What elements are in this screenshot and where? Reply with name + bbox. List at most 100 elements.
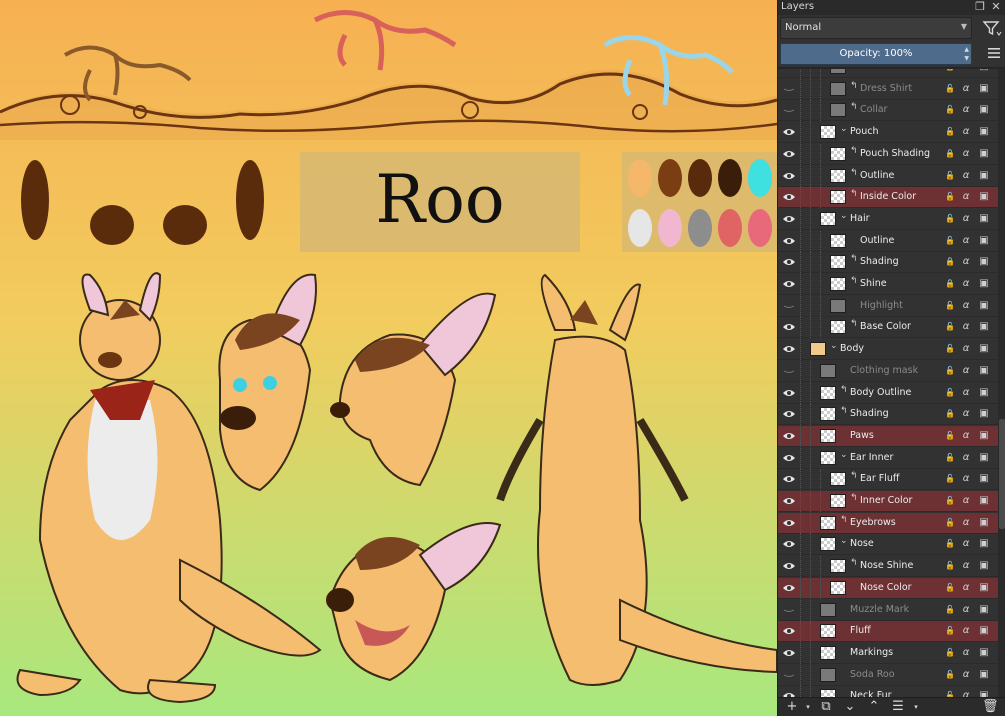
lock-icon[interactable]: 🔒 [944, 256, 956, 268]
unlock-icon[interactable]: 🔓 [944, 473, 956, 485]
lock-icon[interactable]: 🔒 [944, 148, 956, 160]
layer-name[interactable]: Muzzle Mark [850, 604, 909, 615]
layer-row[interactable]: ↰ Ear Fluff 🔓 α ▣ [778, 469, 998, 491]
filter-icon[interactable] [980, 17, 1002, 39]
alpha-lock-icon[interactable]: α [960, 647, 972, 659]
alpha-lock-icon[interactable]: α [960, 430, 972, 442]
unlock-icon[interactable]: 🔓 [944, 604, 956, 616]
eye-hidden-icon[interactable] [782, 104, 796, 116]
eye-icon[interactable] [782, 343, 796, 355]
layer-name[interactable]: Inner Color [860, 495, 912, 506]
unlock-icon[interactable]: 🔓 [944, 647, 956, 659]
inherit-alpha-icon[interactable]: ▣ [978, 495, 990, 507]
alpha-lock-icon[interactable]: α [960, 625, 972, 637]
float-docker-icon[interactable]: ❐ [974, 1, 986, 13]
inherit-alpha-icon[interactable]: ▣ [978, 83, 990, 95]
group-expand-icon[interactable]: ⌄ [840, 450, 848, 460]
inherit-alpha-icon[interactable]: ▣ [978, 517, 990, 529]
layer-name[interactable]: Hair [850, 213, 870, 224]
unlock-icon[interactable]: 🔓 [944, 191, 956, 203]
alpha-lock-icon[interactable]: α [960, 538, 972, 550]
eye-hidden-icon[interactable] [782, 604, 796, 616]
eye-icon[interactable] [782, 473, 796, 485]
layer-row[interactable]: ↰ Nose Shine 🔓 α ▣ [778, 556, 998, 578]
alpha-lock-icon[interactable]: α [960, 408, 972, 420]
layer-name[interactable]: Shading [860, 256, 899, 267]
layer-name[interactable]: Outline [860, 235, 894, 246]
opacity-slider[interactable]: Opacity: 100% ▲ ▼ [780, 43, 972, 65]
layer-name[interactable]: Inside Color [860, 191, 916, 202]
alpha-lock-icon[interactable]: α [960, 321, 972, 333]
inherit-alpha-icon[interactable]: ▣ [978, 669, 990, 681]
layer-row[interactable]: ⌄ Pouch 🔓 α ▣ [778, 122, 998, 144]
layer-row[interactable]: ⌄ Nose 🔓 α ▣ [778, 534, 998, 556]
layer-name[interactable]: Collar [860, 104, 887, 115]
eye-icon[interactable] [782, 170, 796, 182]
eye-icon[interactable] [782, 148, 796, 160]
alpha-lock-icon[interactable]: α [960, 126, 972, 138]
layer-name[interactable]: Clothing mask [850, 365, 918, 376]
duplicate-layer-icon[interactable]: ⧉ [818, 700, 834, 714]
alpha-lock-icon[interactable]: α [960, 83, 972, 95]
unlock-icon[interactable]: 🔓 [944, 213, 956, 225]
alpha-lock-icon[interactable]: α [960, 365, 972, 377]
drawing-canvas[interactable]: Roo [0, 0, 777, 716]
alpha-lock-icon[interactable]: α [960, 452, 972, 464]
layer-row[interactable]: Muzzle Mark 🔓 α ▣ [778, 599, 998, 621]
inherit-alpha-icon[interactable]: ▣ [978, 690, 990, 697]
unlock-icon[interactable]: 🔓 [944, 126, 956, 138]
inherit-alpha-icon[interactable]: ▣ [978, 408, 990, 420]
eye-icon[interactable] [782, 321, 796, 333]
alpha-lock-icon[interactable]: α [960, 387, 972, 399]
layer-row[interactable]: Neck Fur 🔓 α ▣ [778, 686, 998, 697]
inherit-alpha-icon[interactable]: ▣ [978, 604, 990, 616]
eye-icon[interactable] [782, 452, 796, 464]
unlock-icon[interactable]: 🔓 [944, 387, 956, 399]
add-layer-menu-icon[interactable]: ▾ [800, 700, 816, 714]
inherit-alpha-icon[interactable]: ▣ [978, 126, 990, 138]
layers-list[interactable]: ↰Neck Tie🔓α▣↰Dress Shirt🔓α▣↰Collar🔓α▣⌄Po… [778, 69, 1005, 697]
hamburger-menu-icon[interactable] [986, 45, 1002, 61]
layer-row[interactable]: ↰ Collar 🔓 α ▣ [778, 100, 998, 122]
inherit-alpha-icon[interactable]: ▣ [978, 235, 990, 247]
layer-row[interactable]: ⌄ Hair 🔓 α ▣ [778, 208, 998, 230]
group-expand-icon[interactable]: ⌄ [840, 536, 848, 546]
inherit-alpha-icon[interactable]: ▣ [978, 278, 990, 290]
unlock-icon[interactable]: 🔓 [944, 430, 956, 442]
layer-row[interactable]: ↰ Shine 🔒 α ▣ [778, 274, 998, 295]
eye-icon[interactable] [782, 408, 796, 420]
inherit-alpha-icon[interactable]: ▣ [978, 69, 990, 73]
layer-name[interactable]: Ear Inner [850, 452, 893, 463]
layer-row[interactable]: Clothing mask 🔓 α ▣ [778, 360, 998, 382]
inherit-alpha-icon[interactable]: ▣ [978, 560, 990, 572]
opacity-spin-icon[interactable]: ▲ ▼ [964, 45, 969, 63]
layer-row[interactable]: ↰ Inner Color 🔓 α ▣ [778, 491, 998, 512]
eye-icon[interactable] [782, 582, 796, 594]
move-down-icon[interactable]: ⌄ [842, 700, 858, 714]
unlock-icon[interactable]: 🔓 [944, 582, 956, 594]
layer-row[interactable]: ↰ Shading 🔒 α ▣ [778, 252, 998, 274]
eye-icon[interactable] [782, 213, 796, 225]
eye-icon[interactable] [782, 278, 796, 290]
eye-hidden-icon[interactable] [782, 69, 796, 73]
scrollbar-thumb[interactable] [999, 419, 1005, 529]
group-expand-icon[interactable]: ⌄ [840, 124, 848, 134]
layer-name[interactable]: Nose Shine [860, 560, 913, 571]
inherit-alpha-icon[interactable]: ▣ [978, 538, 990, 550]
add-layer-icon[interactable]: + [784, 700, 800, 714]
alpha-lock-icon[interactable]: α [960, 104, 972, 116]
layer-row[interactable]: ↰ Body Outline 🔓 α ▣ [778, 382, 998, 404]
layer-row[interactable]: Soda Roo 🔓 α ▣ [778, 664, 998, 686]
unlock-icon[interactable]: 🔓 [944, 495, 956, 507]
layer-name[interactable]: Body [840, 343, 864, 354]
eye-icon[interactable] [782, 538, 796, 550]
inherit-alpha-icon[interactable]: ▣ [978, 191, 990, 203]
alpha-lock-icon[interactable]: α [960, 473, 972, 485]
alpha-lock-icon[interactable]: α [960, 148, 972, 160]
unlock-icon[interactable]: 🔓 [944, 517, 956, 529]
layer-row[interactable]: ↰ Pouch Shading 🔒 α ▣ [778, 143, 998, 165]
unlock-icon[interactable]: 🔓 [944, 321, 956, 333]
eye-hidden-icon[interactable] [782, 300, 796, 312]
layer-name[interactable]: Fluff [850, 625, 871, 636]
eye-icon[interactable] [782, 517, 796, 529]
